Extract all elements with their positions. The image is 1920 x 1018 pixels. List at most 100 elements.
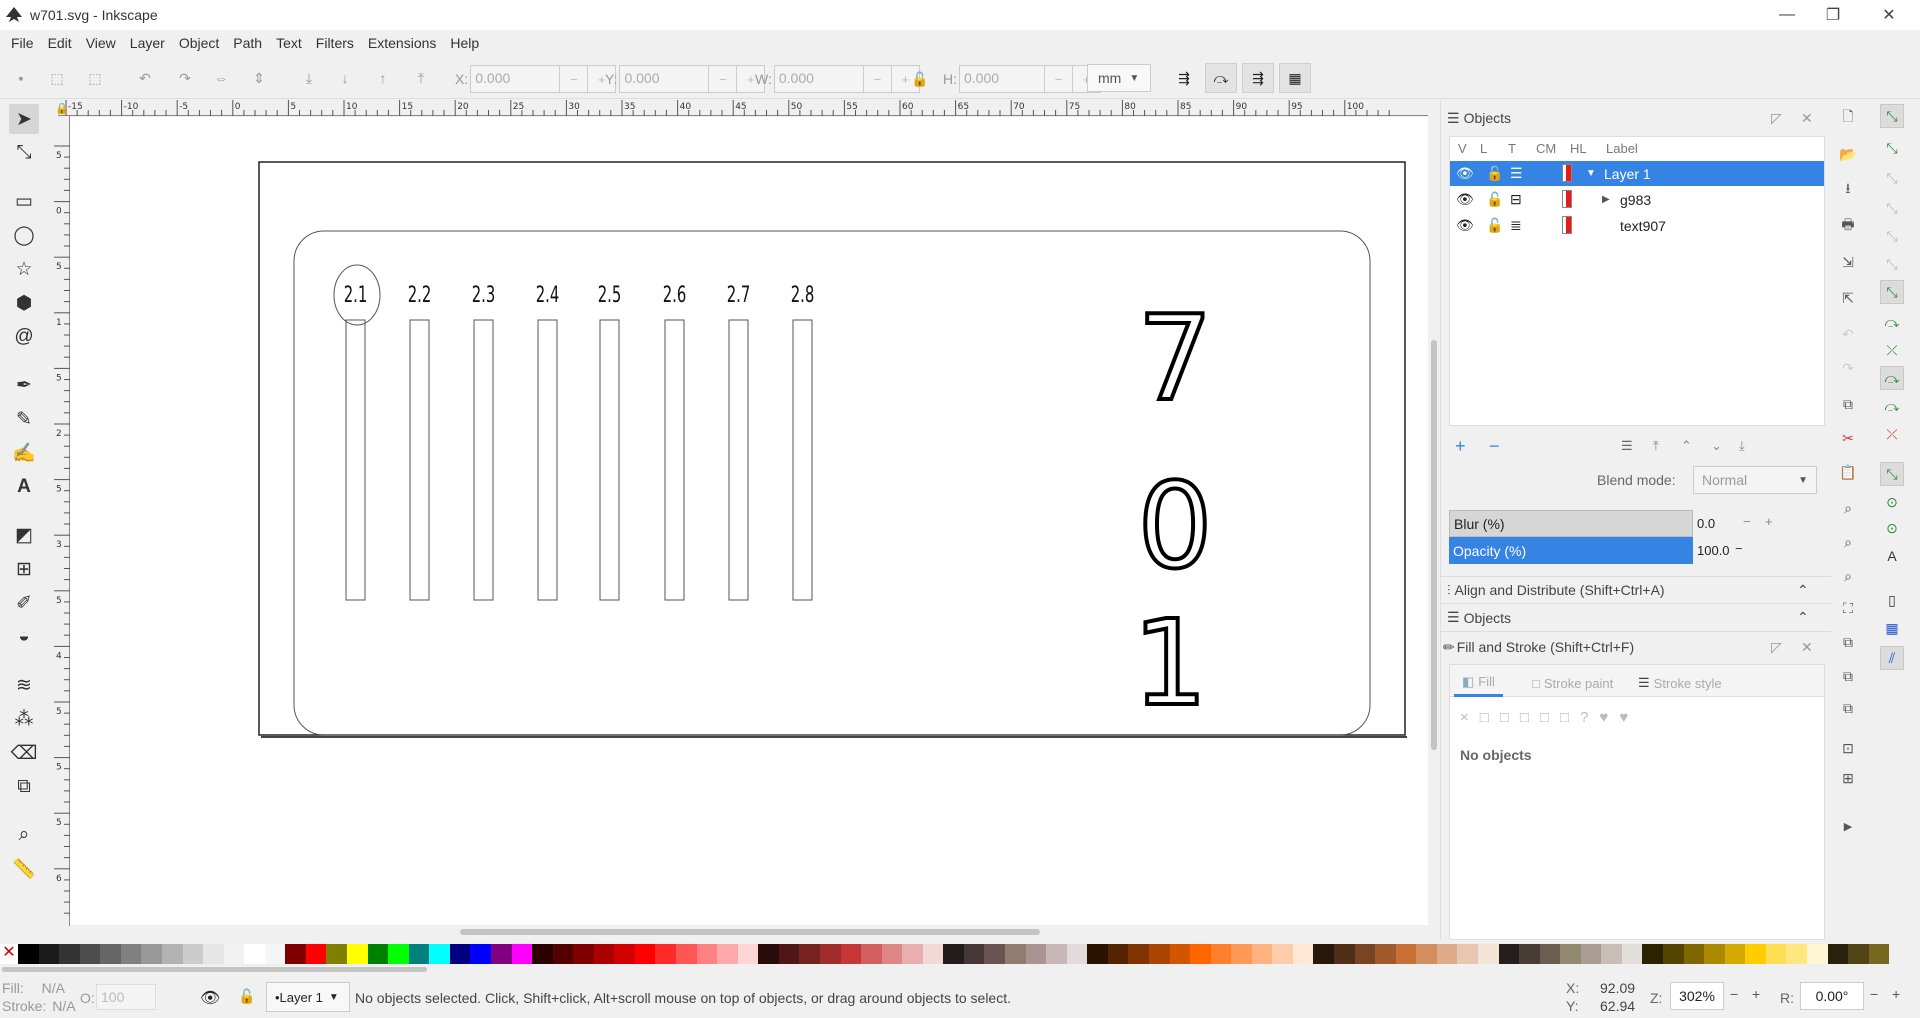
highlight-color-chip[interactable] (1562, 164, 1572, 182)
clone-icon[interactable]: ⧉ (1836, 664, 1860, 688)
print-icon[interactable]: 🖶 (1836, 214, 1860, 238)
objects-tree[interactable]: V L T CM HL Label 👁 🔓 ☰ ▼ Layer 1 👁 🔓 ⊟ … (1449, 136, 1825, 426)
calligraphy-tool-icon[interactable]: ✍ (9, 438, 39, 468)
color-swatch[interactable] (1169, 944, 1191, 964)
color-swatch[interactable] (18, 944, 39, 964)
color-swatch[interactable] (758, 944, 779, 964)
x-decrement[interactable]: − (560, 65, 589, 93)
col-highlight[interactable]: HL (1570, 141, 1606, 156)
undo-icon[interactable]: ↶ (1836, 322, 1860, 346)
color-swatch[interactable] (1621, 944, 1643, 964)
menu-extensions[interactable]: Extensions (361, 35, 443, 51)
color-swatch[interactable] (367, 944, 389, 964)
col-visible[interactable]: V (1450, 141, 1480, 156)
tree-row-g983[interactable]: 👁 🔓 ⊟ ▶ g983 (1450, 187, 1824, 212)
pen-tool-icon[interactable]: ✒ (9, 370, 39, 400)
deselect-icon[interactable]: ⬚ (86, 69, 104, 87)
menu-help[interactable]: Help (443, 35, 486, 51)
scale-stroke-icon[interactable]: ⇶ (1168, 63, 1200, 93)
h-decrement[interactable]: − (1045, 65, 1073, 93)
color-swatch[interactable] (1087, 944, 1108, 964)
color-swatch[interactable] (1663, 944, 1684, 964)
snap-text-baseline-icon[interactable]: A (1880, 544, 1904, 568)
horizontal-scroll-thumb[interactable] (460, 929, 1040, 935)
remove-icon[interactable]: − (1489, 436, 1500, 457)
panel-detach-icon[interactable]: ◸ (1771, 110, 1782, 127)
color-swatch[interactable] (305, 944, 327, 964)
color-swatch[interactable] (532, 944, 553, 964)
snap-others-icon[interactable]: ⤡ (1880, 462, 1904, 486)
h-input[interactable]: 0.000 (959, 65, 1045, 93)
color-swatch[interactable] (1498, 944, 1520, 964)
col-type[interactable]: T (1508, 141, 1536, 156)
spray-tool-icon[interactable]: ⁂ (9, 704, 39, 734)
paint-none-icon[interactable]: × (1460, 709, 1469, 726)
snap-toggle-icon[interactable]: ⤡ (1880, 104, 1904, 128)
color-swatch[interactable] (840, 944, 862, 964)
y-input[interactable]: 0.000 (619, 65, 710, 93)
eraser-tool-icon[interactable]: ⌫ (9, 738, 39, 768)
color-swatch[interactable] (1375, 944, 1396, 964)
color-swatch[interactable] (737, 944, 759, 964)
color-swatch[interactable] (1806, 944, 1828, 964)
color-swatch[interactable] (161, 944, 183, 964)
paint-bucket-tool-icon[interactable]: ◒ (9, 622, 39, 652)
lower-icon[interactable]: ↓ (336, 69, 354, 87)
paint-mesh-icon[interactable]: □ (1540, 709, 1549, 726)
color-swatch[interactable] (1519, 944, 1540, 964)
zoom-selection-icon[interactable]: ⌕ (1836, 496, 1860, 520)
rotate-ccw-icon[interactable]: ↶ (136, 69, 154, 87)
new-document-icon[interactable]: 🗋 (1836, 106, 1860, 130)
color-swatch[interactable] (326, 944, 347, 964)
snap-bbox-corner-icon[interactable]: ⤡ (1880, 196, 1904, 220)
palette-scrollbar[interactable] (0, 965, 1890, 973)
ellipse-tool-icon[interactable]: ◯ (9, 220, 39, 250)
color-swatch[interactable] (1457, 944, 1478, 964)
color-swatch[interactable] (1005, 944, 1026, 964)
raise-icon[interactable]: ↑ (374, 69, 392, 87)
lower-icon[interactable]: ⌄ (1711, 438, 1722, 454)
color-swatch[interactable] (1190, 944, 1211, 964)
color-swatch[interactable] (408, 944, 430, 964)
expander-closed-icon[interactable]: ▶ (1602, 194, 1610, 205)
text-tool-icon[interactable]: A (9, 472, 39, 502)
x-input[interactable]: 0.000 (470, 65, 561, 93)
color-swatch[interactable] (922, 944, 944, 964)
color-swatch[interactable] (347, 944, 368, 964)
color-swatch[interactable] (1334, 944, 1355, 964)
open-icon[interactable]: 📂 (1836, 142, 1860, 166)
color-swatch[interactable] (490, 944, 512, 964)
color-swatch[interactable] (552, 944, 574, 964)
color-swatch[interactable] (449, 944, 471, 964)
minimize-button[interactable]: — (1764, 0, 1810, 30)
color-swatch[interactable] (1580, 944, 1602, 964)
raise-to-top-icon[interactable]: ⤒ (1653, 438, 1659, 454)
color-swatch[interactable] (1107, 944, 1129, 964)
3d-box-tool-icon[interactable]: ⬢ (9, 288, 39, 318)
snap-smooth-icon[interactable]: ⤼ (1880, 394, 1904, 418)
color-swatch[interactable] (1539, 944, 1561, 964)
color-swatch[interactable] (1046, 944, 1067, 964)
color-swatch[interactable] (881, 944, 903, 964)
unit-select[interactable]: mm ▼ (1087, 64, 1151, 92)
color-swatch[interactable] (38, 944, 60, 964)
menu-text[interactable]: Text (269, 35, 309, 51)
color-swatch[interactable] (1642, 944, 1663, 964)
color-swatch[interactable] (141, 944, 162, 964)
ungroup-objects-icon[interactable]: ⊞ (1836, 766, 1860, 790)
color-swatch[interactable] (1436, 944, 1458, 964)
color-swatch[interactable] (614, 944, 635, 964)
expander-open-icon[interactable]: ▼ (1586, 168, 1596, 179)
color-swatch[interactable] (1724, 944, 1746, 964)
tree-row-layer1[interactable]: 👁 🔓 ☰ ▼ Layer 1 (1450, 161, 1824, 186)
color-swatch[interactable] (1704, 944, 1725, 964)
color-swatch[interactable] (1292, 944, 1314, 964)
menu-view[interactable]: View (79, 35, 123, 51)
color-palette[interactable]: ✕ (0, 944, 1890, 964)
tab-stroke-style[interactable]: ☰ Stroke style (1630, 669, 1730, 697)
snap-page-border-icon[interactable]: ▯ (1880, 588, 1904, 612)
lock-open-icon[interactable]: 🔓 (1486, 191, 1503, 208)
snap-intersection-icon[interactable]: ⤫ (1880, 338, 1904, 362)
blur-slider[interactable]: Blur (%) (1449, 510, 1693, 537)
paint-radial-gradient-icon[interactable]: □ (1520, 709, 1529, 726)
